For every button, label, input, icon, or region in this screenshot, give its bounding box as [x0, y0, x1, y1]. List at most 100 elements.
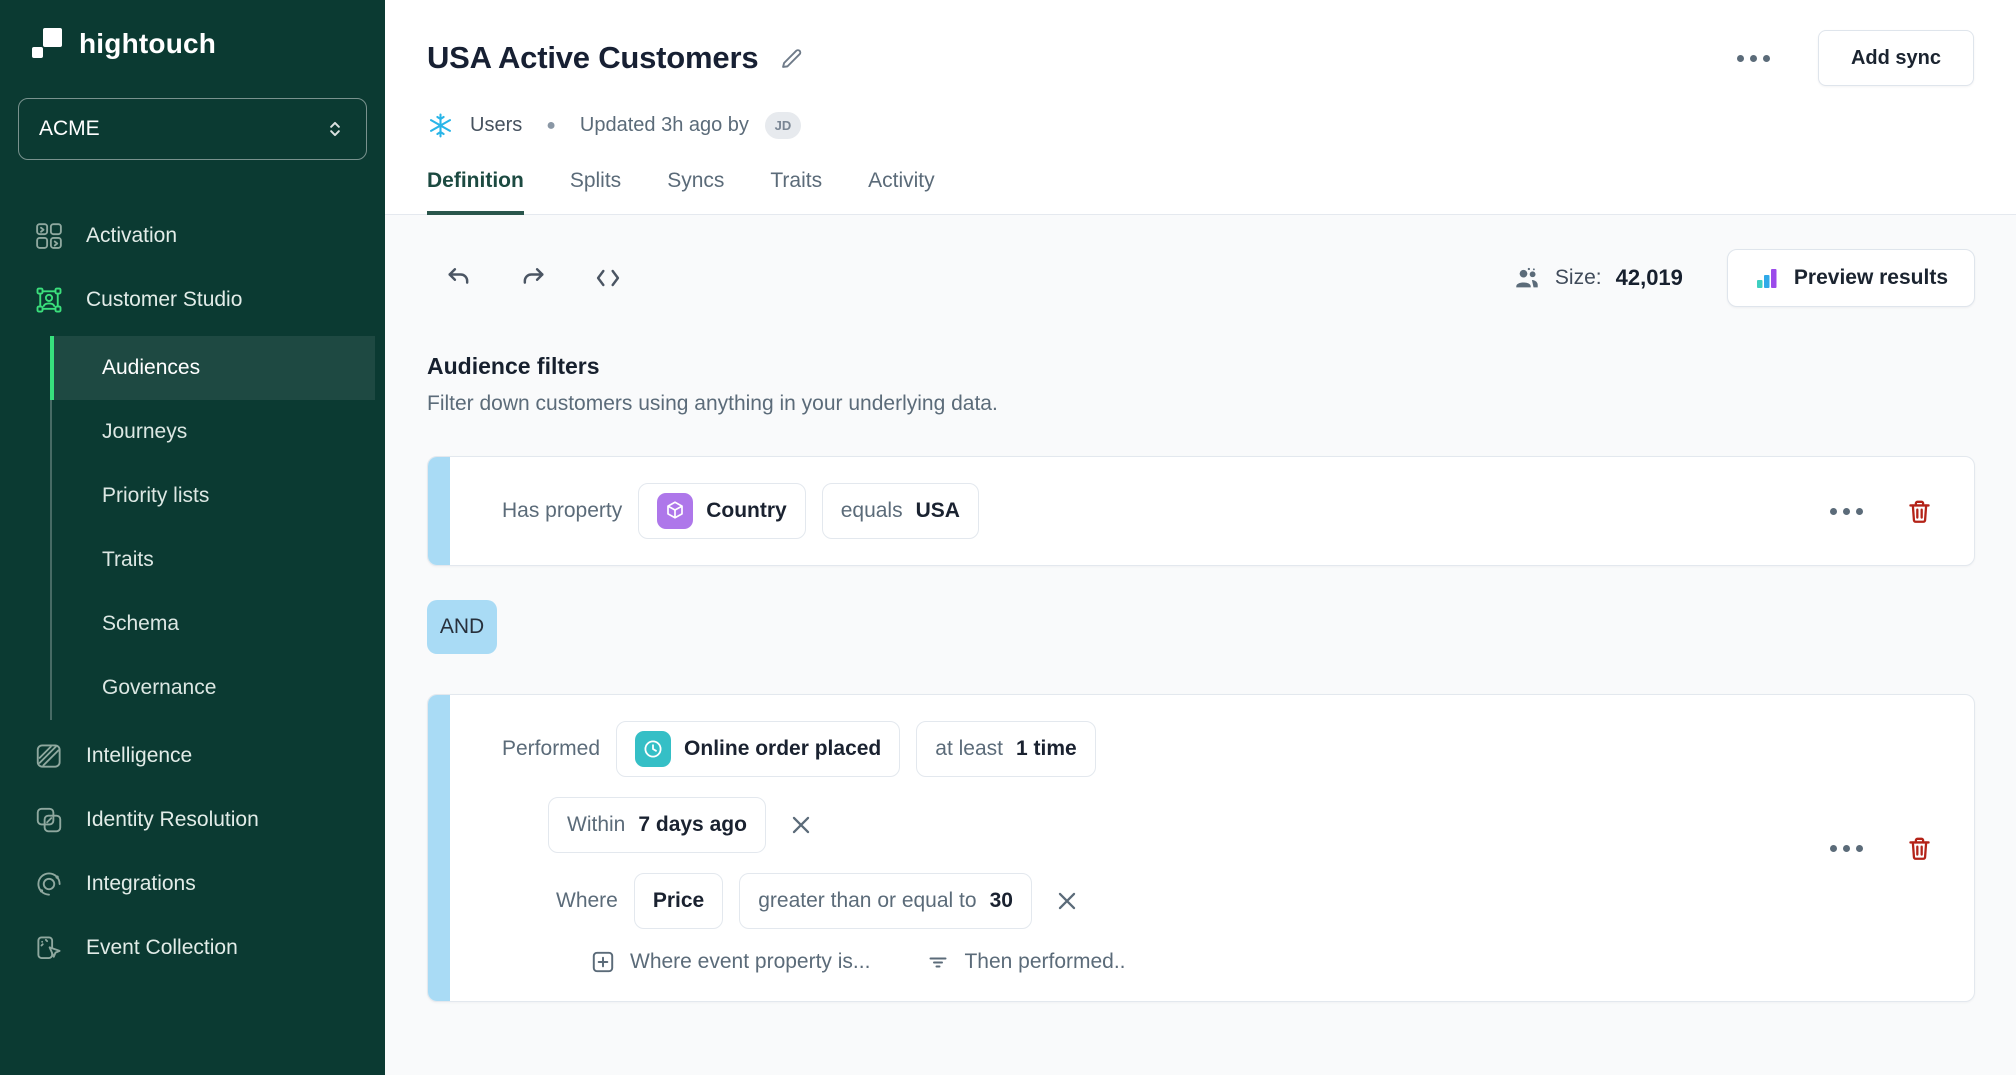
snowflake-icon	[427, 112, 454, 139]
chevron-up-down-icon	[324, 118, 346, 140]
redo-icon	[519, 264, 547, 292]
redo-button[interactable]	[519, 264, 547, 292]
property-chip[interactable]: Country	[638, 483, 806, 539]
edit-title-button[interactable]	[778, 45, 805, 72]
sidebar-item-priority-lists[interactable]: Priority lists	[52, 464, 375, 528]
clock-icon	[635, 731, 671, 767]
close-icon	[1054, 888, 1080, 914]
sidebar-item-label: Governance	[102, 676, 216, 700]
condition-more-options-button[interactable]	[1824, 839, 1869, 858]
funnel-lines-icon	[926, 950, 950, 974]
condition-accent-bar	[428, 695, 450, 1001]
page-header: USA Active Customers Add sync Users ● Up…	[385, 0, 2016, 215]
sidebar-item-intelligence[interactable]: Intelligence	[0, 724, 385, 788]
sidebar: hightouch ACME Activation Customer Studi…	[0, 0, 385, 1075]
event-name: Online order placed	[684, 737, 881, 761]
event-property-operator-chip[interactable]: greater than or equal to 30	[739, 873, 1032, 929]
workspace-selector[interactable]: ACME	[18, 98, 367, 160]
sidebar-item-event-collection[interactable]: Event Collection	[0, 916, 385, 980]
integrations-icon	[34, 869, 64, 899]
remove-where-filter-button[interactable]	[1054, 888, 1080, 914]
event-property-chip[interactable]: Price	[634, 873, 723, 929]
workspace-name: ACME	[39, 117, 100, 141]
frequency-prefix: at least	[935, 737, 1003, 761]
condition-prefix: Has property	[502, 499, 622, 523]
then-performed-label: Then performed..	[964, 950, 1125, 974]
window-prefix: Within	[567, 813, 625, 837]
sidebar-item-label: Intelligence	[86, 744, 192, 768]
avatar[interactable]: JD	[765, 112, 801, 139]
event-property-value: 30	[990, 889, 1013, 913]
and-connector-chip[interactable]: AND	[427, 600, 497, 654]
sidebar-item-label: Customer Studio	[86, 288, 242, 312]
sidebar-item-journeys[interactable]: Journeys	[52, 400, 375, 464]
definition-panel: Size: 42,019 Preview results Audience fi…	[385, 215, 2016, 1075]
sidebar-item-governance[interactable]: Governance	[52, 656, 375, 720]
sidebar-item-integrations[interactable]: Integrations	[0, 852, 385, 916]
cube-icon	[657, 493, 693, 529]
tab-splits[interactable]: Splits	[570, 169, 621, 215]
sidebar-item-schema[interactable]: Schema	[52, 592, 375, 656]
tab-definition[interactable]: Definition	[427, 169, 524, 215]
trash-icon	[1905, 497, 1934, 526]
hightouch-logo-text: hightouch	[79, 28, 216, 60]
event-property-name: Price	[653, 889, 704, 913]
sidebar-item-activation[interactable]: Activation	[0, 204, 385, 268]
add-event-property-label: Where event property is...	[630, 950, 870, 974]
intelligence-icon	[34, 741, 64, 771]
frequency-value: 1 time	[1016, 737, 1077, 761]
undo-button[interactable]	[445, 264, 473, 292]
sidebar-item-customer-studio[interactable]: Customer Studio	[0, 268, 385, 332]
undo-icon	[445, 264, 473, 292]
event-chip[interactable]: Online order placed	[616, 721, 900, 777]
sidebar-item-label: Event Collection	[86, 936, 238, 960]
property-name: Country	[706, 499, 787, 523]
sidebar-item-label: Journeys	[102, 420, 187, 444]
sidebar-item-label: Identity Resolution	[86, 808, 259, 832]
meta-row: Users ● Updated 3h ago by JD	[427, 112, 1974, 139]
then-performed-button[interactable]: Then performed..	[926, 950, 1125, 974]
customer-studio-icon	[34, 285, 64, 315]
delete-condition-button[interactable]	[1905, 497, 1934, 526]
sidebar-item-label: Audiences	[102, 356, 200, 380]
sidebar-item-label: Integrations	[86, 872, 196, 896]
sidebar-item-traits[interactable]: Traits	[52, 528, 375, 592]
delete-condition-button[interactable]	[1905, 834, 1934, 863]
filter-condition-event: Performed Online order placed at least 1…	[427, 694, 1975, 1002]
more-options-button[interactable]	[1731, 49, 1776, 68]
identity-resolution-icon	[34, 805, 64, 835]
event-property-operator: greater than or equal to	[758, 889, 976, 913]
tab-syncs[interactable]: Syncs	[667, 169, 724, 215]
trash-icon	[1905, 834, 1934, 863]
filter-condition-property: Has property Country equals USA	[427, 456, 1975, 566]
frequency-chip[interactable]: at least 1 time	[916, 721, 1095, 777]
sidebar-item-identity-resolution[interactable]: Identity Resolution	[0, 788, 385, 852]
sidebar-item-audiences[interactable]: Audiences	[52, 336, 375, 400]
time-window-chip[interactable]: Within 7 days ago	[548, 797, 766, 853]
toolbar: Size: 42,019 Preview results	[427, 249, 1975, 307]
tab-activity[interactable]: Activity	[868, 169, 935, 215]
plus-square-icon	[590, 949, 616, 975]
window-value: 7 days ago	[638, 813, 747, 837]
preview-results-button[interactable]: Preview results	[1727, 249, 1975, 307]
hightouch-logo: hightouch	[0, 28, 385, 60]
operator-value-chip[interactable]: equals USA	[822, 483, 979, 539]
condition-more-options-button[interactable]	[1824, 502, 1869, 521]
size-value: 42,019	[1616, 265, 1683, 291]
updated-text: Updated 3h ago by	[580, 114, 749, 137]
event-collection-icon	[34, 933, 64, 963]
operator-value: USA	[916, 499, 960, 523]
code-view-button[interactable]	[593, 264, 623, 292]
users-icon	[1513, 264, 1541, 292]
add-sync-button[interactable]: Add sync	[1818, 30, 1974, 86]
add-event-property-button[interactable]: Where event property is...	[590, 949, 870, 975]
tab-traits[interactable]: Traits	[770, 169, 822, 215]
remove-time-window-button[interactable]	[788, 812, 814, 838]
code-icon	[593, 264, 623, 292]
parent-model-link[interactable]: Users	[470, 114, 522, 137]
operator-label: equals	[841, 499, 903, 523]
tabs: Definition Splits Syncs Traits Activity	[385, 169, 2016, 215]
close-icon	[788, 812, 814, 838]
page-title: USA Active Customers	[427, 40, 758, 76]
size-label: Size:	[1555, 266, 1602, 290]
